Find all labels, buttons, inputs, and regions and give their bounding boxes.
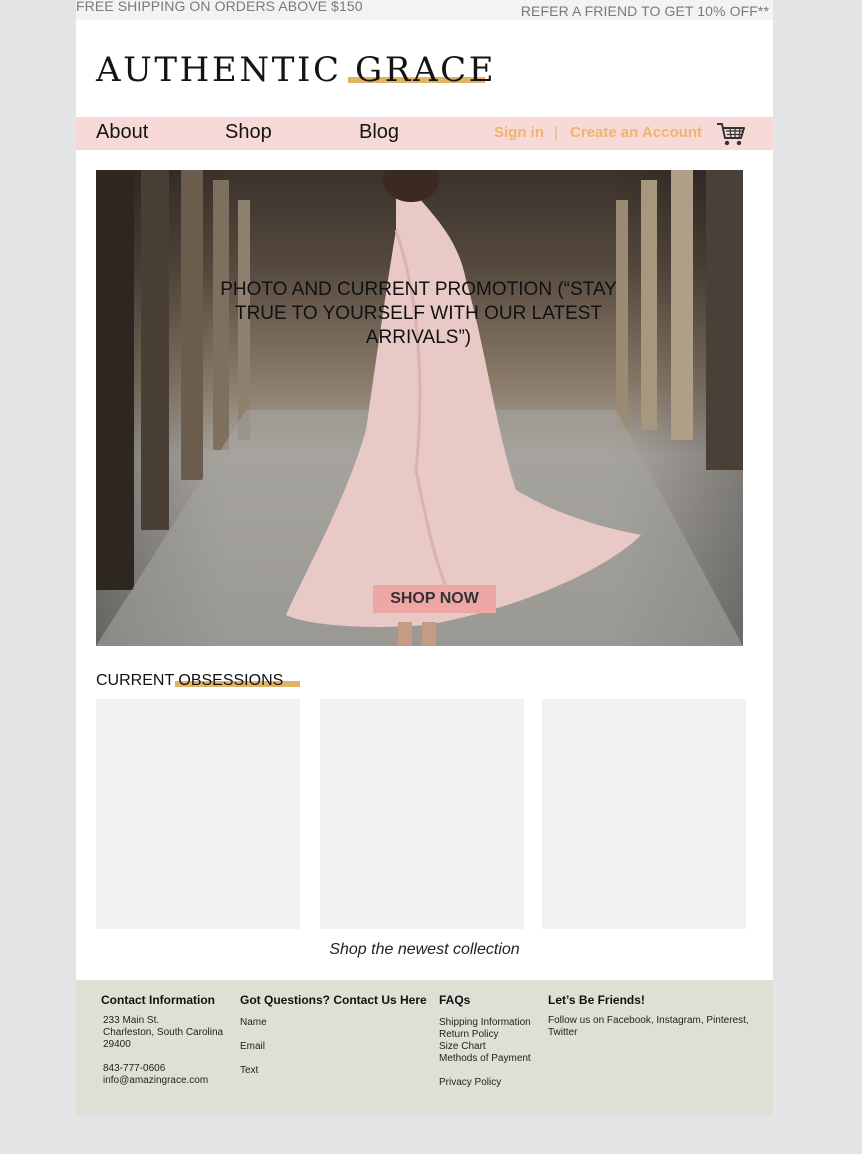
referral-promo[interactable]: REFER A FRIEND TO GET 10% OFF** bbox=[521, 3, 769, 19]
product-card[interactable] bbox=[96, 699, 300, 929]
promo-bar: FREE SHIPPING ON ORDERS ABOVE $150 REFER… bbox=[76, 0, 773, 20]
address-line: 29400 bbox=[103, 1039, 131, 1050]
footer-social: Let’s Be Friends! Follow us on Facebook,… bbox=[548, 993, 768, 1039]
product-card[interactable] bbox=[542, 699, 746, 929]
logo-text: AUTHENTIC GRACE bbox=[96, 50, 497, 90]
name-field[interactable]: Name bbox=[240, 1017, 427, 1029]
nav-item-shop[interactable]: Shop bbox=[225, 121, 272, 144]
nav-item-about[interactable]: About bbox=[96, 121, 148, 144]
shopping-cart-icon[interactable] bbox=[716, 121, 746, 147]
phone-number[interactable]: 843-777-0606 bbox=[103, 1063, 223, 1075]
shop-newest-collection-link[interactable]: Shop the newest collection bbox=[76, 941, 773, 959]
faq-link-returns[interactable]: Return Policy bbox=[439, 1029, 531, 1041]
brand-logo[interactable]: AUTHENTIC GRACE bbox=[96, 50, 496, 100]
site-footer: Contact Information 233 Main St. Charles… bbox=[76, 980, 773, 1115]
faq-link-payment[interactable]: Methods of Payment bbox=[439, 1053, 531, 1065]
social-links[interactable]: Follow us on Facebook, Instagram, Pinter… bbox=[548, 1015, 768, 1039]
main-nav: About Shop Blog Sign in | Create an Acco… bbox=[76, 117, 773, 150]
shop-now-button[interactable]: SHOP NOW bbox=[373, 585, 496, 613]
shipping-promo: FREE SHIPPING ON ORDERS ABOVE $150 bbox=[76, 0, 363, 14]
current-obsessions-heading: CURRENT OBSESSIONS bbox=[96, 672, 346, 696]
footer-contact: Contact Information 233 Main St. Charles… bbox=[101, 993, 223, 1087]
footer-faqs: FAQs Shipping Information Return Policy … bbox=[439, 993, 531, 1089]
section-title-text: CURRENT OBSESSIONS bbox=[96, 672, 284, 689]
social-heading: Let’s Be Friends! bbox=[548, 993, 645, 1007]
faqs-heading: FAQs bbox=[439, 993, 471, 1007]
create-account-link[interactable]: Create an Account bbox=[570, 124, 702, 141]
nav-item-blog[interactable]: Blog bbox=[359, 121, 399, 144]
text-field[interactable]: Text bbox=[240, 1065, 427, 1077]
faq-link-shipping[interactable]: Shipping Information bbox=[439, 1017, 531, 1029]
hero-photo bbox=[96, 170, 743, 646]
product-card[interactable] bbox=[320, 699, 524, 929]
contact-heading: Contact Information bbox=[101, 993, 215, 1007]
hero-banner: PHOTO AND CURRENT PROMOTION (“STAY TRUE … bbox=[96, 170, 743, 646]
address-line: 233 Main St. bbox=[103, 1015, 160, 1026]
faq-link-size-chart[interactable]: Size Chart bbox=[439, 1041, 531, 1053]
questions-heading: Got Questions? Contact Us Here bbox=[240, 993, 427, 1007]
page: FREE SHIPPING ON ORDERS ABOVE $150 REFER… bbox=[76, 0, 773, 1115]
sign-in-link[interactable]: Sign in bbox=[494, 124, 544, 141]
privacy-policy-link[interactable]: Privacy Policy bbox=[439, 1077, 531, 1089]
footer-contact-form: Got Questions? Contact Us Here Name Emai… bbox=[240, 993, 427, 1077]
email-field[interactable]: Email bbox=[240, 1041, 427, 1053]
contact-email[interactable]: info@amazingrace.com bbox=[103, 1075, 223, 1087]
nav-separator: | bbox=[554, 124, 558, 141]
hero-promo-text: PHOTO AND CURRENT PROMOTION (“STAY TRUE … bbox=[220, 279, 617, 348]
address-line: Charleston, South Carolina bbox=[103, 1027, 224, 1038]
